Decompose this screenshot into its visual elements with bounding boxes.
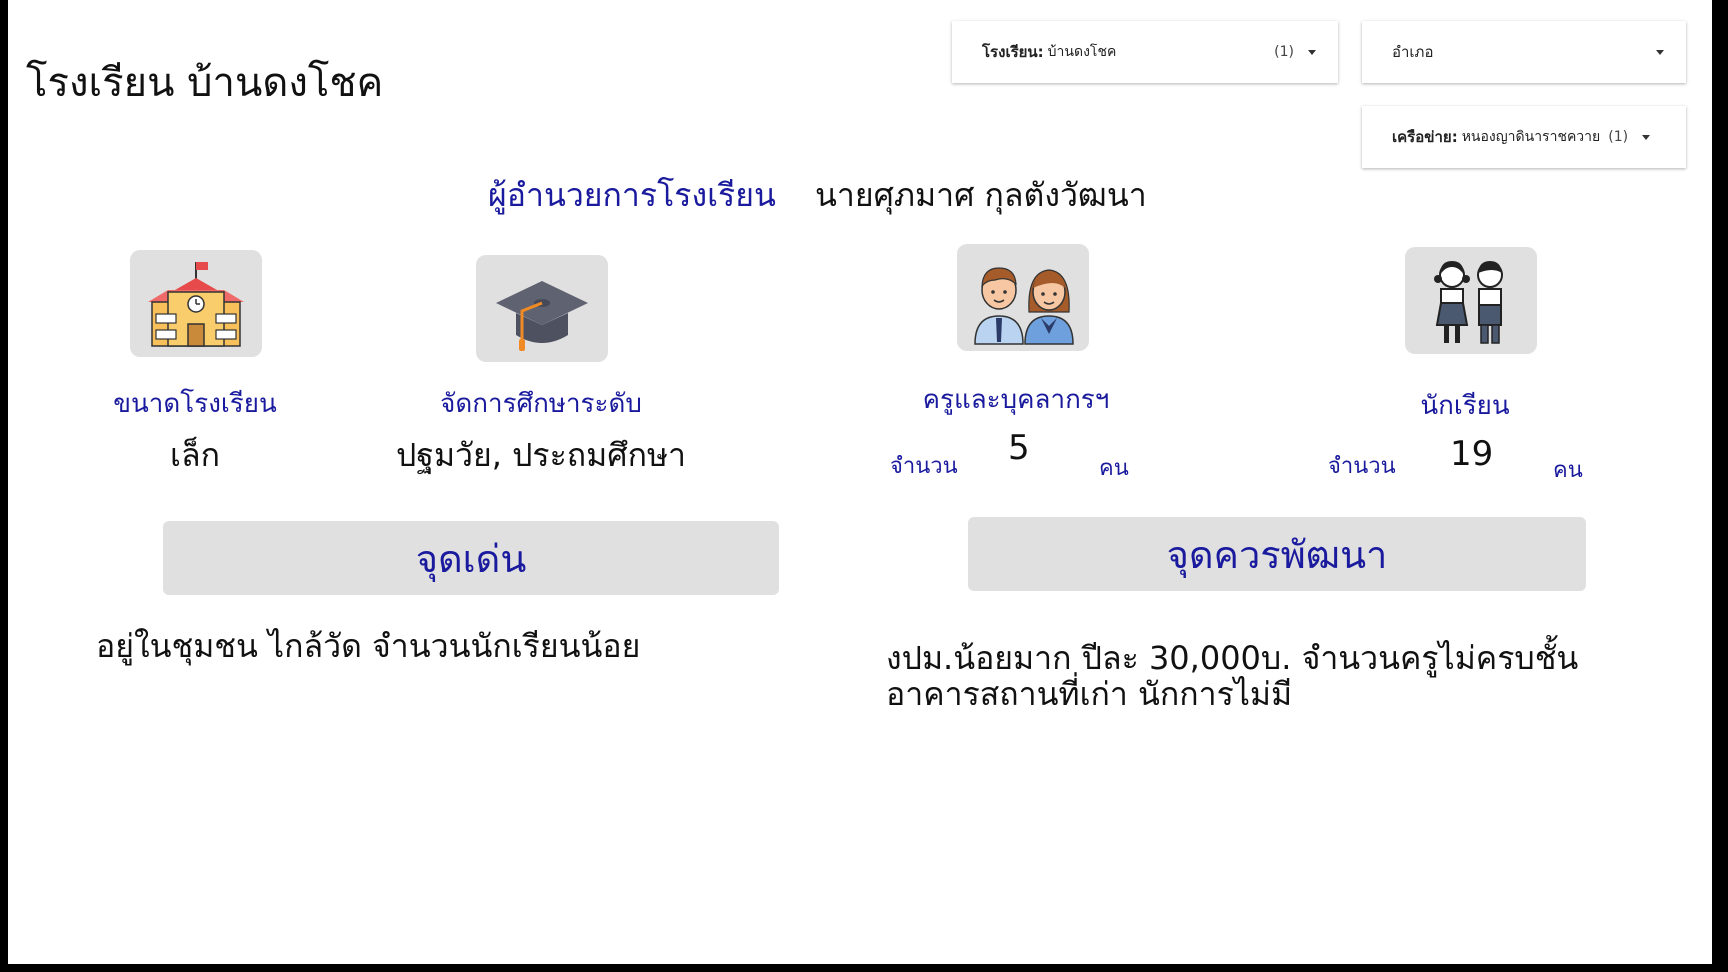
district-filter-label: อำเภอ [1392,43,1434,61]
students-unit: คน [1553,458,1583,483]
graduation-cap-icon [496,280,588,351]
students-count-label: จำนวน [1328,454,1396,479]
staff-count: 5 [1008,428,1030,468]
school-size-label: ขนาดโรงเรียน [113,389,277,419]
staff-unit: คน [1099,456,1129,481]
staff-tile [957,244,1089,351]
school-filter-count: (1) [1274,44,1294,60]
school-size-tile [130,250,262,357]
chevron-down-icon [1642,134,1651,140]
page-title: โรงเรียน บ้านดงโชค [26,60,384,106]
school-filter-dropdown[interactable]: โรงเรียน: บ้านดงโชค (1) [952,21,1338,83]
improvements-header: จุดควรพัฒนา [968,517,1586,591]
improvements-title: จุดควรพัฒนา [1166,532,1388,577]
network-filter-label: เครือข่าย: [1392,128,1458,146]
school-filter-value: บ้านดงโชค [1047,44,1117,60]
school-building-icon [148,261,244,347]
staff-count-label: จำนวน [890,454,958,479]
school-size-value: เล็ก [170,436,220,474]
students-count: 19 [1450,434,1494,474]
education-level-tile [476,255,608,362]
education-level-label: จัดการศึกษาระดับ [440,389,642,419]
students-icon [1434,260,1503,344]
network-filter-dropdown[interactable]: เครือข่าย: หนองญาดินาราชควาย (1) [1362,106,1686,168]
education-level-value: ปฐมวัย, ประถมศึกษา [395,436,687,474]
improvements-text: งปม.น้อยมาก ปีละ 30,000บ. จำนวนครูไม่ครบ… [886,639,1579,713]
dashboard-canvas: โรงเรียน บ้านดงโชค โรงเรียน: บ้านดงโชค (… [8,0,1712,964]
district-filter-dropdown[interactable]: อำเภอ [1362,21,1686,83]
school-filter-label: โรงเรียน: [982,43,1044,61]
staff-label: ครูและบุคลากรฯ [922,385,1110,415]
students-label: นักเรียน [1420,391,1510,421]
director-label: ผู้อำนวยการโรงเรียน [488,176,776,214]
strengths-text: อยู่ในชุมชน ไกล้วัด จำนวนนักเรียนน้อย [96,627,641,665]
network-filter-count: (1) [1608,129,1629,145]
teachers-icon [974,266,1074,345]
network-filter-value: หนองญาดินาราชควาย [1461,129,1601,145]
strengths-title: จุดเด่น [415,536,527,581]
strengths-header: จุดเด่น [163,521,779,595]
students-tile [1405,247,1537,354]
chevron-down-icon [1308,49,1316,55]
director-name: นายศุภมาศ กุลตังวัฒนา [815,176,1147,214]
chevron-down-icon [1656,49,1664,55]
